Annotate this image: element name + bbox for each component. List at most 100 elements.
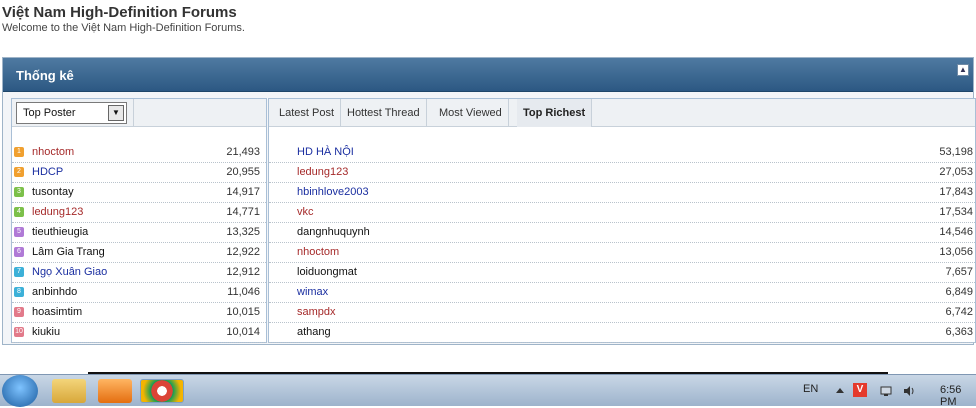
rank-badge-icon: 7 (14, 267, 24, 277)
folder-icon[interactable] (52, 379, 86, 403)
wealth-value: 17,843 (939, 186, 973, 198)
statistics-panel: Thống kê ▲ Top Poster ▼ 1 nhoctom 21,493 2 H… (2, 57, 976, 345)
toolbar-divider (133, 99, 134, 127)
list-item: 3 tusontay 14,917 (12, 183, 266, 203)
media-player-icon[interactable] (98, 379, 132, 403)
list-item: 5 tieuthieugia 13,325 (12, 223, 266, 243)
stat-type-select-value: Top Poster (23, 107, 76, 119)
top-richest-panel: Latest Post Hottest Thread Most Viewed Top … (268, 98, 976, 343)
wealth-value: 27,053 (939, 166, 973, 178)
post-count: 11,046 (227, 286, 260, 298)
list-item: 1 nhoctom 21,493 (12, 143, 266, 163)
poster-name-link[interactable]: tusontay (32, 186, 74, 198)
site-subtitle: Welcome to the Việt Nam High-Definition … (2, 22, 245, 34)
list-item: loiduongmat 7,657 (269, 263, 975, 283)
post-count: 12,912 (226, 266, 260, 278)
poster-name-link[interactable]: tieuthieugia (32, 226, 88, 238)
tab-latest-post[interactable]: Latest Post (273, 99, 342, 127)
site-title: Việt Nam High-Definition Forums (2, 4, 237, 21)
list-item: hbinhlove2003 17,843 (269, 183, 975, 203)
top-richest-list: HD HÀ NỘI 53,198 ledung123 27,053 hbinhlove2… (269, 143, 975, 343)
richest-name-link[interactable]: ledung123 (297, 166, 348, 178)
list-item: 8 anbinhdo 11,046 (12, 283, 266, 303)
post-count: 14,917 (226, 186, 260, 198)
post-count: 10,015 (226, 306, 260, 318)
poster-name-link[interactable]: anbinhdo (32, 286, 77, 298)
clock[interactable]: 6:56 PM (940, 384, 976, 408)
list-item: HD HÀ NỘI 53,198 (269, 143, 975, 163)
statistics-header: Thống kê ▲ (3, 58, 973, 92)
rank-badge-icon: 3 (14, 187, 24, 197)
list-item: 10 kiukiu 10,014 (12, 323, 266, 343)
top-poster-list: 1 nhoctom 21,493 2 HDCP 20,955 3 tusontay 14,917… (12, 143, 266, 343)
poster-name-link[interactable]: hoasimtim (32, 306, 82, 318)
language-indicator[interactable]: EN (803, 383, 818, 395)
list-item: 2 HDCP 20,955 (12, 163, 266, 183)
chrome-icon[interactable] (140, 379, 184, 403)
collapse-icon[interactable]: ▲ (957, 64, 969, 76)
rank-badge-icon: 4 (14, 207, 24, 217)
stat-type-select[interactable]: Top Poster ▼ (16, 102, 127, 124)
wealth-value: 14,546 (939, 226, 973, 238)
volume-icon[interactable] (903, 384, 915, 396)
antivirus-icon[interactable]: V (853, 383, 867, 397)
wealth-value: 53,198 (939, 146, 973, 158)
wealth-value: 6,363 (945, 326, 973, 338)
list-item: 7 Ngọ Xuân Giao 12,912 (12, 263, 266, 283)
statistics-title: Thống kê (16, 68, 74, 83)
richest-name-link[interactable]: HD HÀ NỘI (297, 146, 354, 158)
post-count: 13,325 (226, 226, 260, 238)
rank-badge-icon: 5 (14, 227, 24, 237)
rank-badge-icon: 8 (14, 287, 24, 297)
list-item: wimax 6,849 (269, 283, 975, 303)
list-item: 4 ledung123 14,771 (12, 203, 266, 223)
post-count: 12,922 (226, 246, 260, 258)
wealth-value: 6,849 (945, 286, 973, 298)
richest-name-link[interactable]: hbinhlove2003 (297, 186, 369, 198)
list-item: sampdx 6,742 (269, 303, 975, 323)
post-count: 14,771 (226, 206, 260, 218)
wealth-value: 7,657 (945, 266, 973, 278)
post-count: 21,493 (226, 146, 260, 158)
list-item: nhoctom 13,056 (269, 243, 975, 263)
list-item: dangnhuquynh 14,546 (269, 223, 975, 243)
post-count: 20,955 (226, 166, 260, 178)
tray-expand-icon[interactable] (834, 384, 846, 396)
richest-name-link[interactable]: nhoctom (297, 246, 339, 258)
rank-badge-icon: 2 (14, 167, 24, 177)
list-item: 9 hoasimtim 10,015 (12, 303, 266, 323)
wealth-value: 6,742 (945, 306, 973, 318)
rank-badge-icon: 1 (14, 147, 24, 157)
taskbar: EN V 6:56 PM (0, 374, 976, 408)
list-item: vkc 17,534 (269, 203, 975, 223)
rank-badge-icon: 10 (14, 327, 24, 337)
network-icon[interactable] (880, 384, 892, 396)
top-poster-panel: Top Poster ▼ 1 nhoctom 21,493 2 HDCP 20,955 3 t… (11, 98, 267, 343)
richest-name-link[interactable]: athang (297, 326, 331, 338)
poster-name-link[interactable]: Lâm Gia Trang (32, 246, 105, 258)
poster-name-link[interactable]: ledung123 (32, 206, 83, 218)
windows-start-icon[interactable] (2, 375, 38, 407)
list-item: ledung123 27,053 (269, 163, 975, 183)
tab-top-richest[interactable]: Top Richest (517, 99, 593, 127)
poster-name-link[interactable]: Ngọ Xuân Giao (32, 266, 107, 278)
richest-name-link[interactable]: wimax (297, 286, 328, 298)
rank-badge-icon: 9 (14, 307, 24, 317)
stats-tabs: Latest Post Hottest Thread Most Viewed Top … (269, 99, 975, 127)
poster-name-link[interactable]: HDCP (32, 166, 63, 178)
list-item: athang 6,363 (269, 323, 975, 343)
richest-name-link[interactable]: loiduongmat (297, 266, 357, 278)
richest-name-link[interactable]: dangnhuquynh (297, 226, 370, 238)
post-count: 10,014 (226, 326, 260, 338)
richest-name-link[interactable]: sampdx (297, 306, 336, 318)
wealth-value: 17,534 (939, 206, 973, 218)
richest-name-link[interactable]: vkc (297, 206, 314, 218)
poster-name-link[interactable]: nhoctom (32, 146, 74, 158)
chevron-down-icon[interactable]: ▼ (108, 105, 124, 121)
poster-name-link[interactable]: kiukiu (32, 326, 60, 338)
rank-badge-icon: 6 (14, 247, 24, 257)
tab-most-viewed[interactable]: Most Viewed (433, 99, 509, 127)
tab-hottest-thread[interactable]: Hottest Thread (341, 99, 427, 127)
top-poster-toolbar: Top Poster ▼ (12, 99, 266, 127)
wealth-value: 13,056 (939, 246, 973, 258)
